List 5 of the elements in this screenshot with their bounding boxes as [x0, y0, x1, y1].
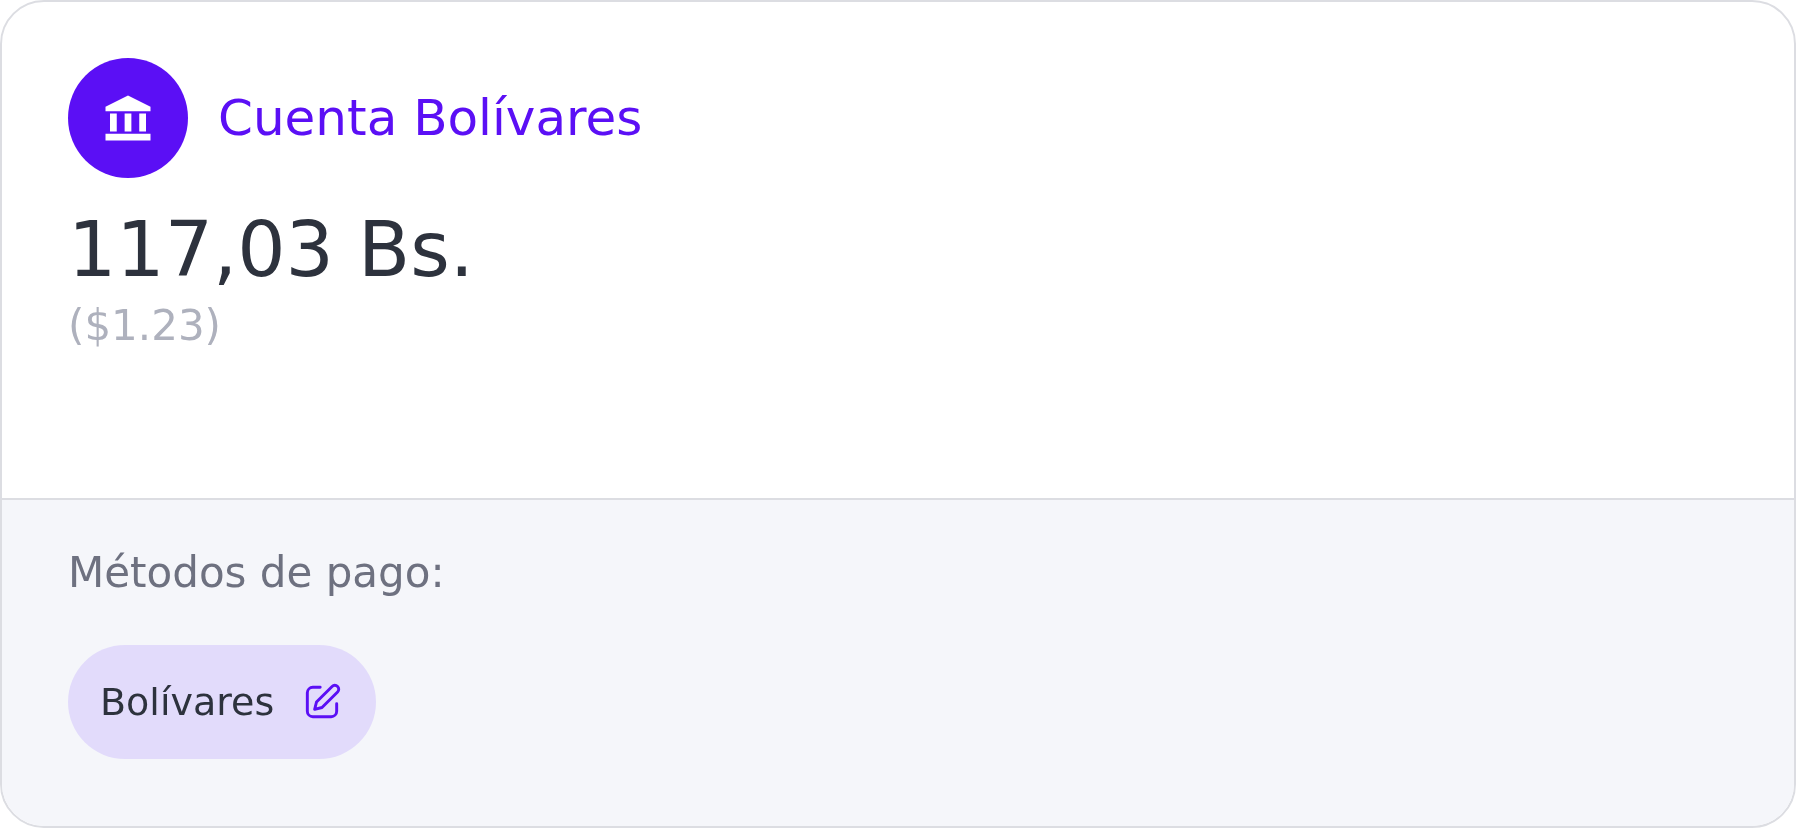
payment-method-chip[interactable]: Bolívares — [68, 645, 377, 759]
account-title: Cuenta Bolívares — [218, 89, 643, 147]
payment-methods-label: Métodos de pago: — [68, 548, 446, 597]
converted-amount: ($1.23) — [68, 301, 222, 351]
balance-amount: 117,03 Bs. — [68, 204, 475, 296]
